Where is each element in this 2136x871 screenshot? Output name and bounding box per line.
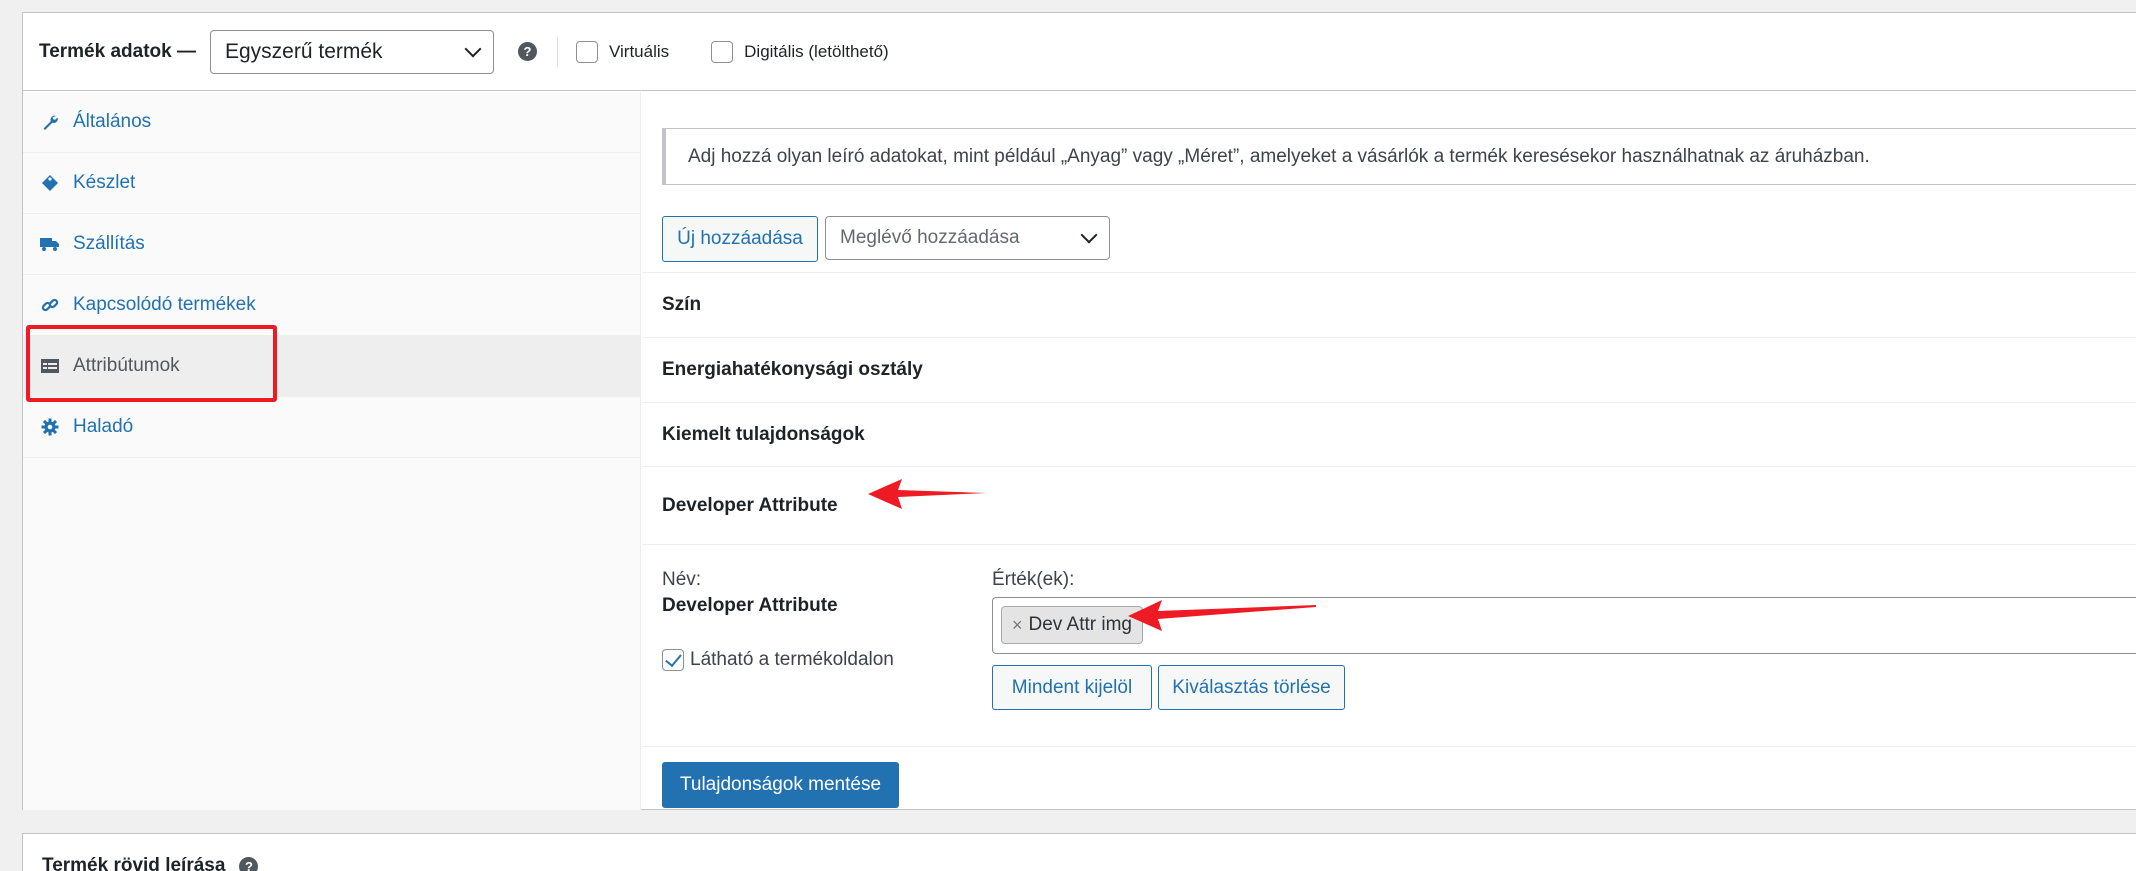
tag-icon <box>39 174 61 192</box>
short-description-title-text: Termék rövid leírása <box>42 855 226 871</box>
attribute-row-label: Szín <box>662 294 702 315</box>
chevron-down-icon <box>464 40 482 57</box>
value-chip: × Dev Attr img <box>1001 606 1143 644</box>
attribute-row-label: Developer Attribute <box>662 494 838 516</box>
tab-shipping[interactable]: Szállítás <box>23 214 640 275</box>
attribute-row-label: Energiahatékonysági osztály <box>662 359 923 380</box>
tab-label: Készlet <box>73 172 136 193</box>
downloadable-label: Digitális (letölthető) <box>744 41 889 61</box>
tab-general[interactable]: Általános <box>23 92 640 153</box>
tab-label: Kapcsolódó termékek <box>73 294 256 315</box>
visible-on-product-page-label[interactable]: Látható a termékoldalon <box>662 649 894 671</box>
existing-attribute-placeholder: Meglévő hozzáadása <box>840 227 1020 248</box>
save-attributes-button[interactable]: Tulajdonságok mentése <box>662 762 899 808</box>
chevron-down-icon <box>1080 226 1098 244</box>
product-type-value: Egyszerű termék <box>224 39 383 63</box>
visible-label-text: Látható a termékoldalon <box>690 649 894 670</box>
attribute-row-developer[interactable]: Developer Attribute <box>642 466 2136 544</box>
name-label: Név: <box>662 569 702 590</box>
virtual-checkbox-label[interactable]: Virtuális <box>575 40 670 63</box>
annotation-arrow <box>1128 600 1316 631</box>
values-label: Érték(ek): <box>992 569 1075 590</box>
downloadable-checkbox[interactable] <box>711 40 734 63</box>
visible-on-product-page-checkbox[interactable] <box>662 649 684 671</box>
gear-icon <box>39 418 61 436</box>
select-all-button[interactable]: Mindent kijelöl <box>992 665 1152 710</box>
virtual-checkbox[interactable] <box>575 40 598 63</box>
link-icon <box>39 296 61 314</box>
remove-value-icon[interactable]: × <box>1012 615 1023 636</box>
product-data-panel: Termék adatok — Egyszerű termék ? Virtuá… <box>22 12 2136 810</box>
tab-inventory[interactable]: Készlet <box>23 153 640 214</box>
attributes-panel: Adj hozzá olyan leíró adatokat, mint pél… <box>642 92 2136 810</box>
annotation-arrow <box>868 479 986 509</box>
existing-attribute-select[interactable]: Meglévő hozzáadása <box>825 216 1110 260</box>
attribute-row-featured[interactable]: Kiemelt tulajdonságok <box>642 402 2136 467</box>
attribute-row-label: Kiemelt tulajdonságok <box>662 424 865 445</box>
tab-label: Haladó <box>73 416 134 437</box>
product-type-select[interactable]: Egyszerű termék <box>209 29 494 74</box>
tab-advanced[interactable]: Haladó <box>23 397 640 458</box>
truck-icon <box>39 236 61 252</box>
virtual-label: Virtuális <box>608 41 670 61</box>
attribute-row-energy-class[interactable]: Energiahatékonysági osztály <box>642 337 2136 402</box>
product-data-header: Termék adatok — Egyszerű termék ? Virtuá… <box>23 13 2136 91</box>
tab-label: Általános <box>73 111 152 132</box>
attribute-row-color[interactable]: Szín <box>642 272 2136 337</box>
value-chip-label: Dev Attr img <box>1028 614 1132 635</box>
wrench-icon <box>39 113 61 131</box>
product-data-tabs: Általános Készlet Szállítás Kapcsolódó t… <box>23 92 641 810</box>
downloadable-checkbox-label[interactable]: Digitális (letölthető) <box>711 40 889 63</box>
attributes-notice: Adj hozzá olyan leíró adatokat, mint pél… <box>662 128 2136 185</box>
short-description-title: Termék rövid leírása ? <box>42 855 259 871</box>
annotation-highlight-box <box>26 325 277 402</box>
header-divider <box>556 36 558 67</box>
attribute-detail: Név: Developer Attribute Látható a termé… <box>642 544 2136 747</box>
add-new-attribute-button[interactable]: Új hozzáadása <box>662 216 818 262</box>
clear-selection-button[interactable]: Kiválasztás törlése <box>1158 665 1345 710</box>
short-description-panel: Termék rövid leírása ? <box>22 833 2136 871</box>
question-circle-icon[interactable]: ? <box>239 856 259 871</box>
tab-label: Szállítás <box>73 233 145 254</box>
question-circle-icon[interactable]: ? <box>517 42 537 61</box>
name-value: Developer Attribute <box>662 595 838 616</box>
product-data-title: Termék adatok — <box>39 40 196 62</box>
